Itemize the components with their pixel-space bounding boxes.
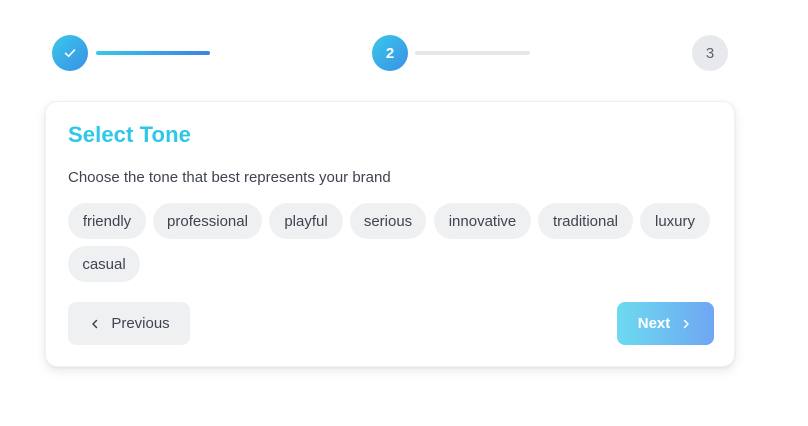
tone-card: Select Tone Choose the tone that best re… xyxy=(45,101,735,367)
card-title: Select Tone xyxy=(68,122,191,147)
progress-stepper: 2 3 xyxy=(0,0,808,100)
tone-chip-playful[interactable]: playful xyxy=(269,203,343,239)
step-2-number: 2 xyxy=(385,44,395,62)
step-1-completed[interactable] xyxy=(52,35,88,71)
step-2-active[interactable]: 2 xyxy=(372,35,408,71)
step-3-number: 3 xyxy=(705,44,715,62)
tone-chip-traditional[interactable]: traditional xyxy=(538,203,633,239)
tone-selection-page: 2 3 Select Tone Choose the tone that bes… xyxy=(0,0,808,426)
tone-chip-casual[interactable]: casual xyxy=(68,246,140,282)
tone-chip-innovative[interactable]: innovative xyxy=(434,203,531,239)
tone-chip-friendly[interactable]: friendly xyxy=(68,203,146,239)
step-connector-1 xyxy=(96,51,210,55)
chevron-left-icon xyxy=(92,319,98,328)
step-connector-2 xyxy=(415,51,530,55)
tone-chip-luxury[interactable]: luxury xyxy=(640,203,710,239)
chevron-right-icon xyxy=(684,319,689,328)
previous-button[interactable]: Previous xyxy=(68,302,190,345)
tone-chip-professional[interactable]: professional xyxy=(153,203,262,239)
step-3-pending[interactable]: 3 xyxy=(692,35,728,71)
tone-chip-serious[interactable]: serious xyxy=(350,203,426,239)
previous-label: Previous xyxy=(111,315,170,332)
next-button[interactable]: Next xyxy=(617,302,714,345)
card-subtitle: Choose the tone that best represents you… xyxy=(68,169,391,186)
check-icon xyxy=(64,49,76,57)
next-label: Next xyxy=(637,315,671,332)
